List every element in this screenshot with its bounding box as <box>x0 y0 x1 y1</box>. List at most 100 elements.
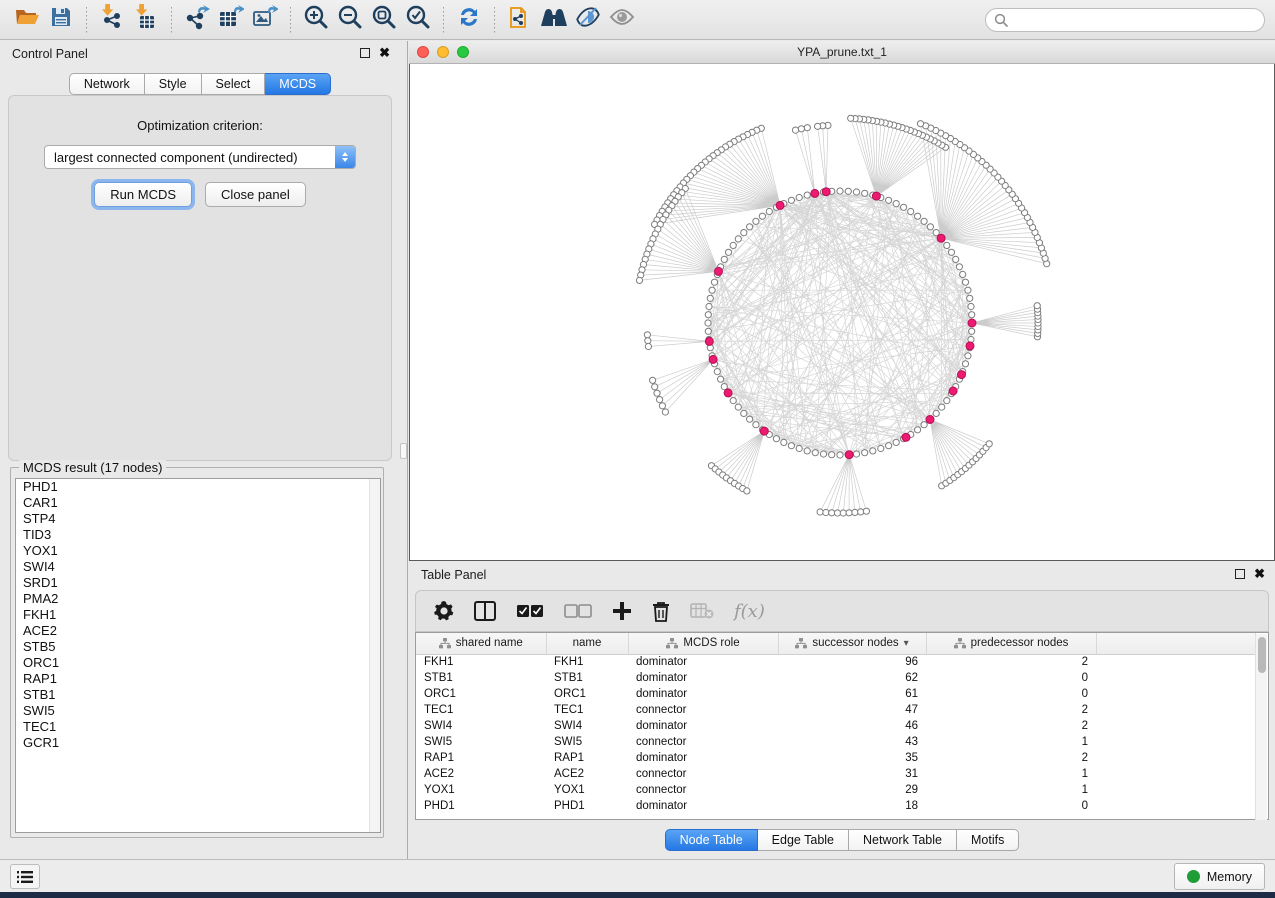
node-table[interactable]: shared namenameMCDS rolesuccessor nodes▾… <box>415 632 1269 820</box>
window-zoom-icon[interactable] <box>457 46 469 58</box>
dropdown-stepper-icon <box>335 146 355 168</box>
mcds-result-item[interactable]: STB5 <box>16 639 380 655</box>
float-panel-icon[interactable] <box>1235 569 1245 579</box>
main-toolbar <box>0 0 1275 40</box>
mcds-result-item[interactable]: TID3 <box>16 527 380 543</box>
mcds-result-item[interactable]: GCR1 <box>16 735 380 751</box>
refresh-button[interactable] <box>452 4 486 36</box>
table-row[interactable]: STB1STB1dominator620 <box>416 670 1256 686</box>
search-box[interactable] <box>985 8 1265 32</box>
table-settings-button[interactable] <box>434 601 454 621</box>
create-column-button[interactable] <box>612 601 632 621</box>
show-all-button[interactable] <box>605 4 639 36</box>
zoom-in-button[interactable] <box>299 4 333 36</box>
checked-boxes-icon <box>516 603 544 619</box>
export-table-button[interactable] <box>214 4 248 36</box>
close-panel-icon[interactable]: ✖ <box>1254 569 1265 579</box>
window-close-icon[interactable] <box>417 46 429 58</box>
mcds-result-item[interactable]: FKH1 <box>16 607 380 623</box>
tab-edge-table[interactable]: Edge Table <box>758 829 849 851</box>
toolbar-separator <box>494 7 495 33</box>
tab-style[interactable]: Style <box>145 73 202 95</box>
tab-network-table[interactable]: Network Table <box>849 829 957 851</box>
mcds-result-item[interactable]: TEC1 <box>16 719 380 735</box>
column-header-shared-name[interactable]: shared name <box>416 633 546 654</box>
tab-node-table[interactable]: Node Table <box>665 829 758 851</box>
table-row[interactable]: SWI4SWI4dominator462 <box>416 718 1256 734</box>
tab-mcds[interactable]: MCDS <box>265 73 331 95</box>
mcds-result-item[interactable]: SWI4 <box>16 559 380 575</box>
column-header-name[interactable]: name <box>546 633 628 654</box>
close-panel-icon[interactable]: ✖ <box>379 48 390 58</box>
export-image-button[interactable] <box>248 4 282 36</box>
first-neighbors-button[interactable] <box>537 4 571 36</box>
column-header-MCDS-role[interactable]: MCDS role <box>628 633 778 654</box>
select-all-rows-button[interactable] <box>516 603 544 619</box>
table-row[interactable]: SWI5SWI5connector431 <box>416 734 1256 750</box>
network-canvas[interactable] <box>409 64 1275 561</box>
network-snapshot-button[interactable] <box>503 4 537 36</box>
tab-motifs[interactable]: Motifs <box>957 829 1019 851</box>
table-row[interactable]: TEC1TEC1connector472 <box>416 702 1256 718</box>
zoom-selected-button[interactable] <box>401 4 435 36</box>
memory-label: Memory <box>1207 870 1252 884</box>
mcds-result-item[interactable]: STB1 <box>16 687 380 703</box>
destroy-table-button[interactable] <box>690 602 714 620</box>
table-scrollbar[interactable] <box>1255 634 1267 820</box>
splitter-grip-icon[interactable] <box>400 443 407 459</box>
column-header-predecessor-nodes[interactable]: predecessor nodes <box>926 633 1096 654</box>
table-row[interactable]: YOX1YOX1connector291 <box>416 782 1256 798</box>
zoom-fit-icon <box>371 4 397 35</box>
mcds-result-item[interactable]: PHD1 <box>16 479 380 495</box>
network-window-titlebar[interactable]: YPA_prune.txt_1 <box>409 41 1275 64</box>
optimization-criterion-select[interactable]: largest connected component (undirected) <box>44 145 356 169</box>
search-input[interactable] <box>1013 13 1256 27</box>
memory-button[interactable]: Memory <box>1174 863 1265 890</box>
mcds-result-item[interactable]: PMA2 <box>16 591 380 607</box>
function-builder-button[interactable]: f(x) <box>734 601 765 622</box>
show-columns-button[interactable] <box>474 601 496 621</box>
network-window-title: YPA_prune.txt_1 <box>797 45 887 59</box>
panel-splitter[interactable] <box>400 41 408 859</box>
mcds-result-item[interactable]: ACE2 <box>16 623 380 639</box>
hide-selected-button[interactable] <box>571 4 605 36</box>
mcds-result-list[interactable]: PHD1CAR1STP4TID3YOX1SWI4SRD1PMA2FKH1ACE2… <box>15 478 381 833</box>
open-folder-icon <box>14 6 40 33</box>
table-row[interactable]: FKH1FKH1dominator962 <box>416 654 1256 670</box>
mcds-result-item[interactable]: ORC1 <box>16 655 380 671</box>
mcds-result-item[interactable]: CAR1 <box>16 495 380 511</box>
toolbar-separator <box>290 7 291 33</box>
window-minimize-icon[interactable] <box>437 46 449 58</box>
mcds-result-item[interactable]: YOX1 <box>16 543 380 559</box>
table-row[interactable]: RAP1RAP1dominator352 <box>416 750 1256 766</box>
zoom-out-button[interactable] <box>333 4 367 36</box>
import-network-icon <box>100 4 124 35</box>
open-session-button[interactable] <box>10 4 44 36</box>
zoom-fit-button[interactable] <box>367 4 401 36</box>
close-panel-button[interactable]: Close panel <box>205 182 306 207</box>
table-scrollbar-thumb[interactable] <box>1258 637 1266 673</box>
table-row[interactable]: ORC1ORC1dominator610 <box>416 686 1256 702</box>
import-network-button[interactable] <box>95 4 129 36</box>
table-row[interactable]: PHD1PHD1dominator180 <box>416 798 1256 814</box>
save-session-button[interactable] <box>44 4 78 36</box>
export-network-button[interactable] <box>180 4 214 36</box>
mcds-result-item[interactable]: SRD1 <box>16 575 380 591</box>
save-floppy-icon <box>50 6 72 33</box>
import-table-button[interactable] <box>129 4 163 36</box>
mcds-result-group: MCDS result (17 nodes) PHD1CAR1STP4TID3Y… <box>10 467 384 838</box>
column-header-successor-nodes[interactable]: successor nodes▾ <box>778 633 926 654</box>
mcds-result-item[interactable]: STP4 <box>16 511 380 527</box>
delete-column-button[interactable] <box>652 601 670 622</box>
table-row[interactable]: ACE2ACE2connector311 <box>416 766 1256 782</box>
tab-network[interactable]: Network <box>69 73 145 95</box>
tab-select[interactable]: Select <box>202 73 266 95</box>
mcds-result-item[interactable]: RAP1 <box>16 671 380 687</box>
list-scrollbar[interactable] <box>369 479 380 832</box>
deselect-all-rows-button[interactable] <box>564 603 592 619</box>
control-panel: Control Panel ✖ Network Style Select MCD… <box>0 41 400 859</box>
run-mcds-button[interactable]: Run MCDS <box>94 182 192 207</box>
float-panel-icon[interactable] <box>360 48 370 58</box>
task-history-button[interactable] <box>10 864 40 889</box>
mcds-result-item[interactable]: SWI5 <box>16 703 380 719</box>
